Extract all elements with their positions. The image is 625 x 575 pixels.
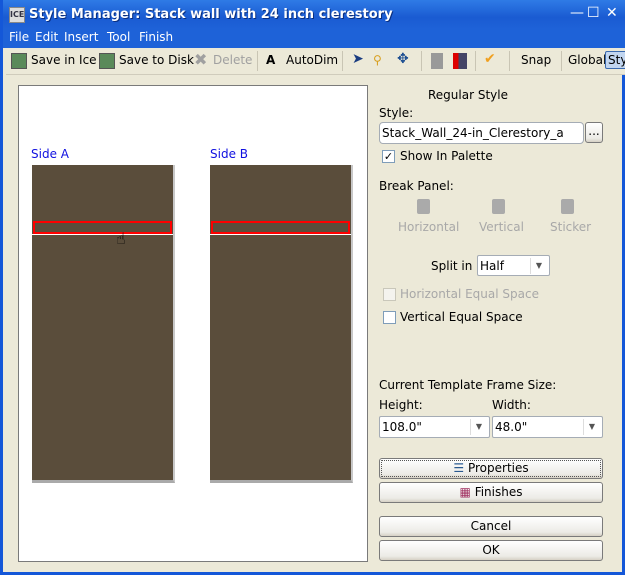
menu-tool[interactable]: Tool	[107, 30, 130, 44]
close-icon[interactable]: ✕	[606, 5, 618, 21]
menu-finish[interactable]: Finish	[139, 30, 173, 44]
chevron-down-icon[interactable]: ▼	[470, 419, 487, 435]
separator	[342, 51, 343, 71]
save-to-disk-button[interactable]: Save to Disk	[119, 53, 194, 67]
finishes-button[interactable]: ▦ Finishes	[379, 482, 603, 503]
list-icon: ☰	[453, 461, 465, 475]
side-b-label: Side B	[210, 147, 248, 161]
wall-icon[interactable]	[431, 53, 443, 69]
separator	[421, 51, 422, 71]
autodim-button[interactable]: AutoDim	[286, 53, 338, 67]
split-in-label: Split in	[431, 259, 473, 273]
hand-cursor-icon: ☝	[116, 229, 126, 248]
selected-panel[interactable]	[211, 221, 350, 234]
height-value: 108.0"	[382, 420, 422, 434]
side-b-wall[interactable]	[210, 165, 353, 483]
horizontal-equal-space-checkbox[interactable]	[383, 288, 396, 301]
menu-file[interactable]: File	[9, 30, 29, 44]
style-manager-window: ICE Style Manager: Stack wall with 24 in…	[0, 0, 625, 575]
width-value: 48.0"	[495, 420, 528, 434]
break-sticker-button[interactable]: Sticker	[550, 220, 591, 234]
style-label: Style:	[379, 106, 414, 120]
app-icon: ICE	[9, 7, 25, 23]
cancel-button[interactable]: Cancel	[379, 516, 603, 537]
move-icon[interactable]: ✥	[397, 51, 409, 67]
width-combo[interactable]: 48.0" ▼	[492, 416, 603, 438]
style-name-input[interactable]: Stack_Wall_24-in_Clerestory_a	[379, 122, 584, 144]
title-bar: ICE Style Manager: Stack wall with 24 in…	[3, 0, 625, 29]
minimize-icon[interactable]: —	[570, 5, 584, 21]
toolbar: Save in Ice Save to Disk ✖ Delete A Auto…	[6, 48, 625, 75]
save-icon	[11, 53, 27, 69]
vertical-equal-space-label: Vertical Equal Space	[400, 310, 523, 324]
frame-size-label: Current Template Frame Size:	[379, 378, 557, 392]
show-in-palette-checkbox[interactable]: ✓	[382, 150, 395, 163]
delete-button[interactable]: Delete	[213, 53, 252, 67]
side-a-label: Side A	[31, 147, 69, 161]
break-horizontal-button[interactable]: Horizontal	[398, 220, 459, 234]
maximize-icon[interactable]: ☐	[587, 5, 600, 21]
zoom-icon[interactable]: ⚲	[373, 53, 382, 67]
properties-button[interactable]: ☰ Properties	[379, 458, 603, 479]
break-vertical-icon	[492, 199, 505, 214]
snap-button[interactable]: Snap	[521, 53, 551, 67]
menu-edit[interactable]: Edit	[35, 30, 58, 44]
save-disk-icon	[99, 53, 115, 69]
show-in-palette-label: Show In Palette	[400, 149, 493, 163]
design-canvas[interactable]: Side A Side B ☝	[18, 85, 368, 562]
split-in-value: Half	[480, 259, 504, 273]
panel-divider	[210, 234, 351, 235]
separator	[509, 51, 510, 71]
chevron-down-icon[interactable]: ▼	[583, 419, 600, 435]
vertical-equal-space-checkbox[interactable]	[383, 311, 396, 324]
save-in-ice-button[interactable]: Save in Ice	[31, 53, 97, 67]
properties-label: Properties	[467, 461, 529, 475]
panel-divider	[32, 234, 173, 235]
separator	[257, 51, 258, 71]
split-in-select[interactable]: Half ▼	[477, 255, 550, 276]
delete-icon: ✖	[194, 50, 208, 69]
selected-panel[interactable]	[33, 221, 172, 234]
break-panel-label: Break Panel:	[379, 179, 454, 193]
menu-insert[interactable]: Insert	[64, 30, 98, 44]
check-icon[interactable]: ✔	[484, 51, 496, 67]
style-heading: Regular Style	[428, 88, 508, 102]
separator	[561, 51, 562, 71]
wall-split-icon[interactable]	[453, 53, 467, 69]
style-button[interactable]: Sty	[605, 51, 625, 69]
palette-grid-icon: ▦	[459, 485, 471, 499]
separator	[475, 51, 476, 71]
width-label: Width:	[492, 398, 531, 412]
break-sticker-icon	[561, 199, 574, 214]
horizontal-equal-space-label: Horizontal Equal Space	[400, 287, 539, 301]
side-a-wall[interactable]	[32, 165, 175, 483]
pointer-icon[interactable]: ➤	[352, 51, 364, 67]
global-button[interactable]: Global	[568, 53, 606, 67]
chevron-down-icon[interactable]: ▼	[530, 258, 547, 274]
menu-bar: File Edit Insert Tool Finish	[3, 29, 625, 48]
height-combo[interactable]: 108.0" ▼	[379, 416, 490, 438]
autodim-icon: A	[266, 53, 276, 67]
ok-button[interactable]: OK	[379, 540, 603, 561]
break-horizontal-icon	[417, 199, 430, 214]
browse-style-button[interactable]: ...	[585, 122, 603, 143]
break-vertical-button[interactable]: Vertical	[479, 220, 524, 234]
finishes-label: Finishes	[474, 485, 523, 499]
height-label: Height:	[379, 398, 423, 412]
window-title: Style Manager: Stack wall with 24 inch c…	[29, 7, 393, 22]
